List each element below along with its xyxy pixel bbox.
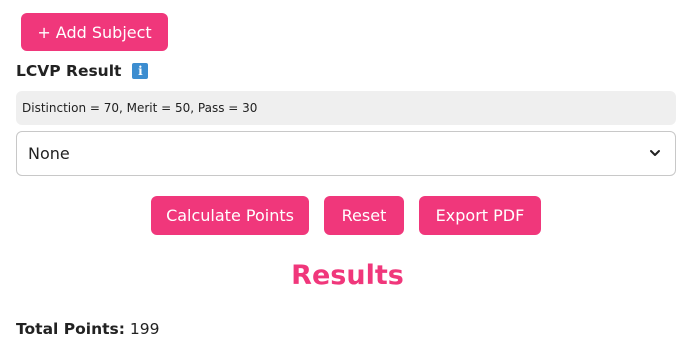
add-subject-button[interactable]: + Add Subject <box>21 13 168 51</box>
lcvp-grade-hint: Distinction = 70, Merit = 50, Pass = 30 <box>16 91 676 125</box>
lcvp-result-selected-value: None <box>28 144 70 163</box>
total-points-value: 199 <box>129 320 160 338</box>
info-icon[interactable]: i <box>132 63 149 79</box>
reset-button[interactable]: Reset <box>324 196 404 235</box>
export-pdf-button[interactable]: Export PDF <box>419 196 541 235</box>
lcvp-result-label: LCVP Result <box>16 62 122 80</box>
lcvp-result-label-row: LCVP Result i <box>16 62 149 80</box>
chevron-down-icon <box>650 150 660 156</box>
total-points-row: Total Points: 199 <box>16 320 159 338</box>
results-heading: Results <box>291 260 404 291</box>
lcvp-result-select[interactable]: None <box>16 131 676 176</box>
calculate-points-button[interactable]: Calculate Points <box>151 196 309 235</box>
total-points-label: Total Points: <box>16 320 125 338</box>
